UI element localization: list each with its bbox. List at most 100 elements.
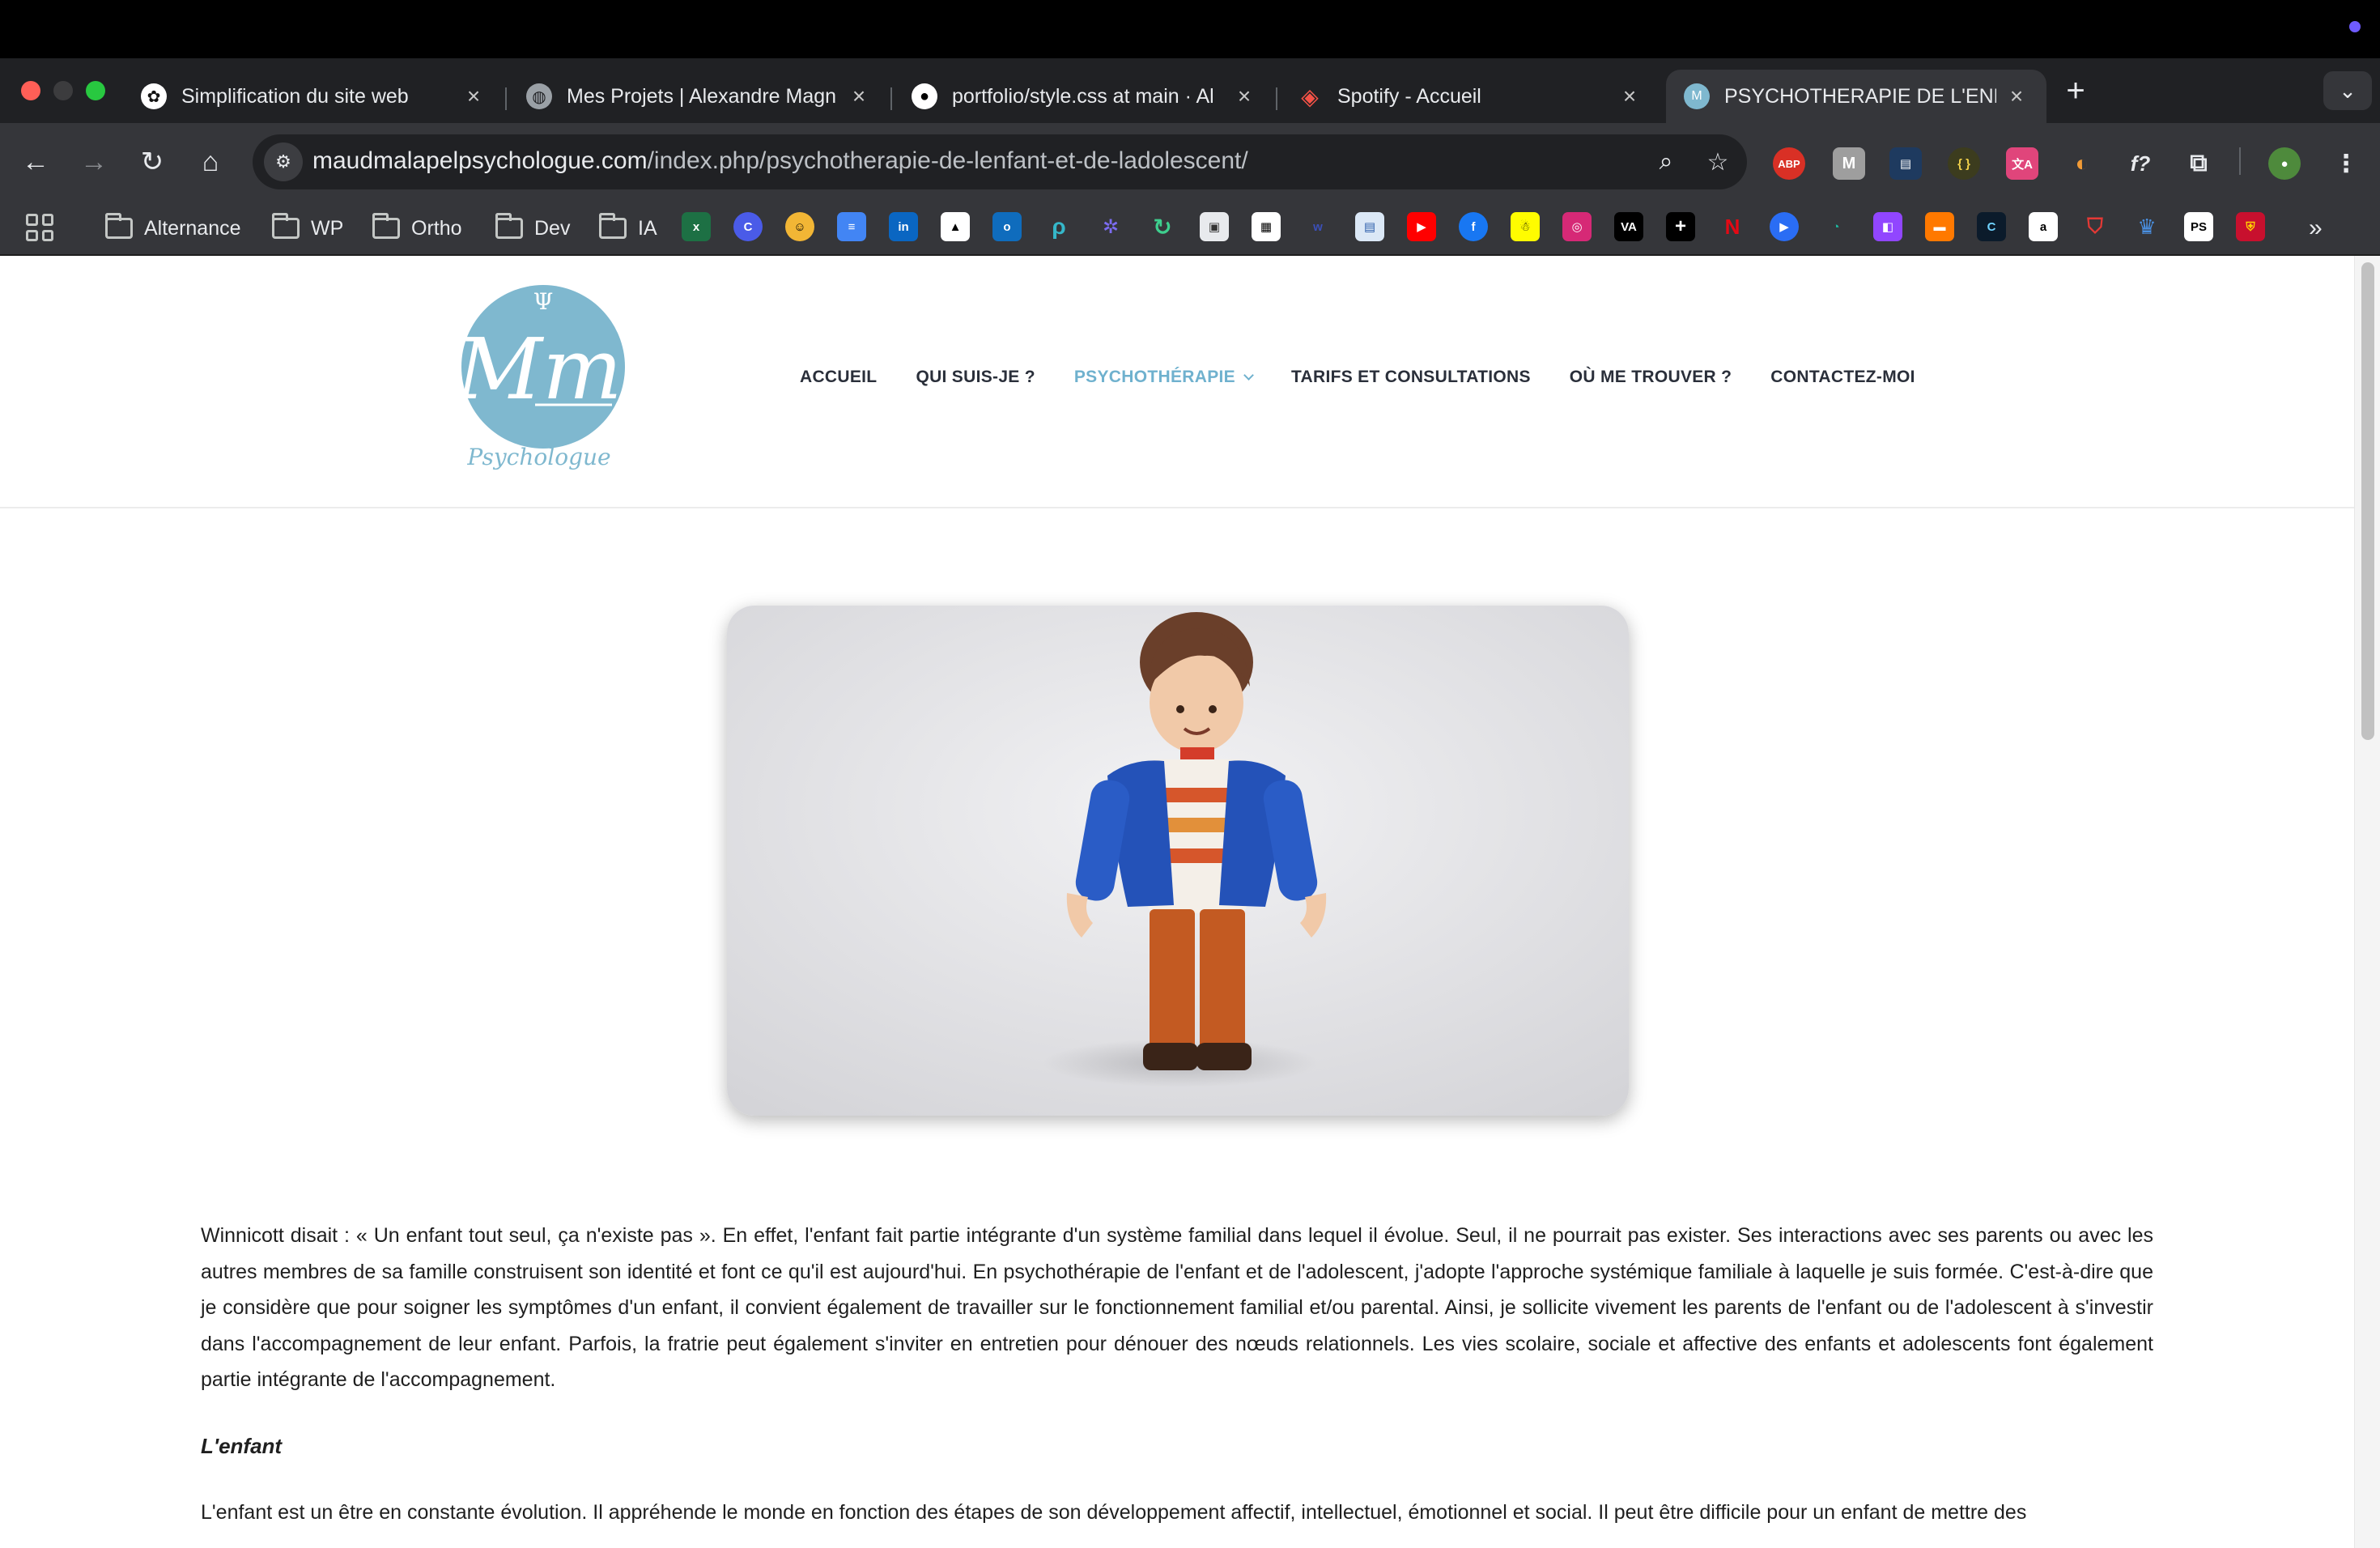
graduation-cap-icon[interactable]: ▲: [941, 212, 970, 241]
tab-active[interactable]: M PSYCHOTHERAPIE DE L'ENFA ×: [1666, 70, 2046, 123]
crown-icon[interactable]: ♛: [2132, 212, 2161, 241]
twitch-icon[interactable]: ◧: [1873, 212, 1902, 241]
amazon-icon[interactable]: a: [2029, 212, 2058, 241]
orange-icon[interactable]: ▬: [1925, 212, 1954, 241]
home-icon[interactable]: ⌂: [191, 142, 230, 181]
tab-title: Mes Projets | Alexandre Magn: [567, 84, 837, 108]
folder-icon: [372, 213, 400, 239]
bookmark-star-icon[interactable]: ☆: [1702, 146, 1734, 178]
c-app-icon[interactable]: C: [733, 212, 763, 241]
tab-divider: [1276, 87, 1277, 110]
tab[interactable]: ◈ Spotify - Accueil ×: [1279, 70, 1660, 123]
facebook-icon[interactable]: f: [1459, 212, 1488, 241]
emoji-icon[interactable]: ☺: [785, 212, 814, 241]
bookmark-folder-label: Alternance: [144, 216, 241, 240]
crest-icon[interactable]: ⛨: [2236, 212, 2265, 241]
close-tab-icon[interactable]: ×: [461, 83, 486, 108]
grid-app-icon[interactable]: ▦: [1252, 212, 1281, 241]
close-tab-icon[interactable]: ×: [2004, 83, 2029, 108]
moon-extension-icon[interactable]: ◐: [2066, 147, 2098, 180]
bookmark-folder-label: Ortho: [411, 216, 462, 240]
plus-app-icon[interactable]: +: [1666, 212, 1695, 241]
play-app-icon[interactable]: ▶: [1770, 212, 1799, 241]
close-tab-icon[interactable]: ×: [847, 83, 871, 108]
menu-item-psychotherapie[interactable]: PSYCHOTHÉRAPIE: [1073, 368, 1254, 387]
site-logo-icon: M: [1684, 83, 1710, 109]
menu-item-tarifs[interactable]: TARIFS ET CONSULTATIONS: [1291, 368, 1531, 387]
shield-icon[interactable]: ⛉: [2080, 212, 2110, 241]
font-extension-icon[interactable]: f?: [2124, 147, 2157, 180]
bookmark-folder-wp[interactable]: WP: [272, 212, 343, 245]
m-extension-icon[interactable]: M: [1833, 147, 1865, 180]
photo-app-icon[interactable]: ▤: [1355, 212, 1384, 241]
tab[interactable]: ● portfolio/style.css at main · Al ×: [894, 70, 1274, 123]
snapchat-icon[interactable]: ☃: [1511, 212, 1540, 241]
menu-item-contact[interactable]: CONTACTEZ-MOI: [1770, 368, 1915, 387]
tab-title: portfolio/style.css at main · Al: [952, 84, 1214, 108]
tab-title: Spotify - Accueil: [1337, 84, 1481, 108]
youtube-icon[interactable]: ▶: [1407, 212, 1436, 241]
zoom-icon[interactable]: ⌕: [1650, 146, 1682, 178]
menu-item-accueil[interactable]: ACCUEIL: [800, 368, 877, 387]
site-logo[interactable]: Ψ Mm Psychologue: [458, 285, 628, 471]
bookmark-folder-ortho[interactable]: Ortho: [372, 212, 462, 245]
adblock-plus-icon[interactable]: ABP: [1773, 147, 1805, 180]
bookmark-folder-ia[interactable]: IA: [599, 212, 657, 245]
translate-icon[interactable]: 文A: [2006, 147, 2038, 180]
instagram-icon[interactable]: ◎: [1562, 212, 1592, 241]
bookmark-folder-dev[interactable]: Dev: [495, 212, 570, 245]
close-window-button[interactable]: [21, 81, 40, 100]
bookmarks-bar: [0, 201, 2380, 256]
site-header: Ψ Mm Psychologue ACCUEIL QUI SUIS-JE ? P…: [0, 256, 2354, 508]
new-tab-button[interactable]: +: [2058, 73, 2093, 108]
hero-image-toy-figure: [727, 606, 1629, 1116]
profile-avatar-icon[interactable]: ●: [2268, 147, 2301, 180]
w-app-icon[interactable]: w: [1303, 212, 1332, 241]
menu-item-qui-suis-je[interactable]: QUI SUIS-JE ?: [916, 368, 1035, 387]
apps-grid-icon[interactable]: [26, 214, 53, 241]
linkedin-icon[interactable]: in: [889, 212, 918, 241]
refresh-app-icon[interactable]: ↻: [1148, 212, 1177, 241]
section-heading-enfant: L'enfant: [201, 1433, 283, 1458]
kebab-menu-icon[interactable]: ⋮: [2330, 147, 2362, 180]
menu-item-ou-me-trouver[interactable]: OÙ ME TROUVER ?: [1570, 368, 1732, 387]
minimize-window-button[interactable]: [53, 81, 73, 100]
wave-app-icon[interactable]: ◔: [1821, 212, 1851, 241]
more-bookmarks-label: »: [2309, 215, 2323, 241]
playstation-icon[interactable]: PS: [2184, 212, 2213, 241]
address-bar[interactable]: ⚙ maudmalapelpsychologue.com/index.php/p…: [253, 134, 1747, 189]
reload-icon[interactable]: ↻: [133, 142, 172, 181]
url-text[interactable]: maudmalapelpsychologue.com/index.php/psy…: [312, 147, 1248, 175]
tab[interactable]: ◍ Mes Projets | Alexandre Magn ×: [508, 70, 889, 123]
menu-item-label: PSYCHOTHÉRAPIE: [1073, 368, 1235, 386]
folder-icon: [272, 213, 300, 239]
json-extension-icon[interactable]: { }: [1948, 147, 1980, 180]
forward-arrow-icon[interactable]: →: [74, 142, 113, 181]
bookmark-folder-alternance[interactable]: Alternance: [105, 212, 241, 245]
more-bookmarks-icon[interactable]: »: [2309, 212, 2323, 245]
p-app-icon[interactable]: ρ: [1044, 212, 1073, 241]
document-icon[interactable]: ▣: [1200, 212, 1229, 241]
tab[interactable]: ✿ Simplification du site web ×: [123, 70, 504, 123]
intro-paragraph: Winnicott disait : « Un enfant tout seul…: [201, 1224, 2153, 1392]
page-scrollbar[interactable]: [2354, 256, 2380, 1548]
bars-extension-icon[interactable]: ▤: [1889, 147, 1922, 180]
netflix-icon[interactable]: N: [1718, 212, 1747, 241]
macos-menu-bar: [0, 0, 2380, 58]
site-settings-icon[interactable]: ⚙: [264, 142, 303, 181]
close-tab-icon[interactable]: ×: [1617, 83, 1642, 108]
url-path: /index.php/psychotherapie-de-lenfant-et-…: [647, 147, 1248, 174]
network-icon[interactable]: ✲: [1096, 212, 1125, 241]
back-arrow-icon[interactable]: ←: [16, 142, 55, 181]
excel-icon[interactable]: x: [682, 212, 711, 241]
google-docs-icon[interactable]: ≡: [837, 212, 866, 241]
scrollbar-thumb[interactable]: [2361, 262, 2374, 740]
maximize-window-button[interactable]: [86, 81, 105, 100]
c-dark-app-icon[interactable]: C: [1977, 212, 2006, 241]
close-tab-icon[interactable]: ×: [1232, 83, 1256, 108]
folder-icon: [599, 213, 627, 239]
puzzle-icon[interactable]: ⧉: [2182, 147, 2215, 180]
outlook-icon[interactable]: o: [992, 212, 1022, 241]
tab-search-button[interactable]: ⌄: [2323, 71, 2372, 110]
va-app-icon[interactable]: VA: [1614, 212, 1643, 241]
